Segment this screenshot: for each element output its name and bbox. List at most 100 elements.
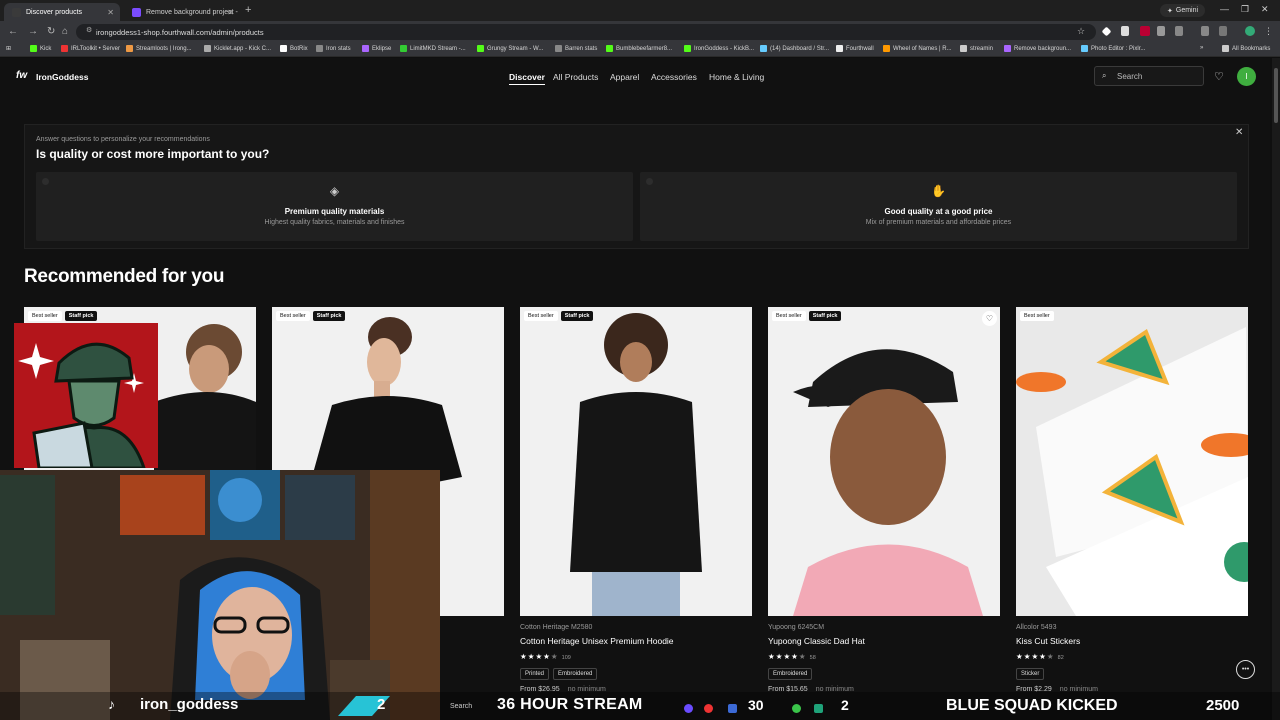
bookmark-iron-stats[interactable]: Iron stats: [316, 45, 351, 52]
kick-favicon-icon: [477, 45, 484, 52]
taskbar-app-icon[interactable]: [814, 704, 823, 713]
apps-grid-icon[interactable]: ⊞: [6, 45, 11, 52]
product-card[interactable]: Best seller: [1016, 307, 1248, 616]
webcam-feed-image: [0, 470, 440, 720]
sidepanel-icon[interactable]: [1201, 26, 1209, 36]
webcam-overlay: [0, 470, 440, 720]
tab-remove-background[interactable]: Remove background project - ✕: [124, 3, 240, 21]
favorite-heart-icon[interactable]: ♡: [982, 311, 997, 326]
bookmark-wheel-of-names[interactable]: Wheel of Names | R...: [883, 45, 952, 52]
bookmark-pixlr[interactable]: Photo Editor : Pixlr...: [1081, 45, 1145, 52]
product-tags: Embroidered: [768, 668, 813, 680]
bookmark-kick[interactable]: Kick: [30, 45, 51, 52]
kick-favicon-icon: [684, 45, 691, 52]
nav-accessories[interactable]: Accessories: [651, 72, 697, 82]
kick-favicon-icon: [30, 45, 37, 52]
url-field[interactable]: irongoddess1-shop.fourthwall.com/admin/p…: [76, 24, 1096, 40]
extension-mute-icon[interactable]: [1157, 26, 1165, 36]
bookmark-limitmkd[interactable]: LimitMKD Stream -...: [400, 45, 466, 52]
chrome-icon[interactable]: [704, 704, 713, 713]
section-title: Recommended for you: [24, 266, 225, 287]
taskbar-app-icon[interactable]: [792, 704, 801, 713]
bookmark-barren-stats[interactable]: Barren stats: [555, 45, 597, 52]
product-card[interactable]: Best seller Staff pick ♡: [768, 307, 1000, 616]
badge-best-seller: Best seller: [1020, 311, 1054, 321]
tag-printed: Printed: [520, 668, 550, 680]
bookmark-irongoddess-kickbot[interactable]: IronGoddess - KickB...: [684, 45, 754, 52]
bookmark-botrix[interactable]: BotRix: [280, 45, 308, 52]
review-count: 82: [1057, 655, 1064, 661]
page-scrollbar[interactable]: [1272, 58, 1280, 720]
extension-doc-icon[interactable]: [1121, 26, 1129, 36]
folder-icon: [960, 45, 967, 52]
counter-a: 30: [748, 697, 764, 713]
extension-red-icon[interactable]: [1140, 26, 1150, 36]
nav-home-living[interactable]: Home & Living: [709, 72, 764, 82]
product-card[interactable]: Best seller Staff pick: [520, 307, 752, 616]
reload-icon[interactable]: ↻: [47, 26, 55, 37]
avatar[interactable]: I: [1237, 67, 1256, 86]
back-icon[interactable]: ←: [8, 26, 18, 37]
scrollbar-thumb[interactable]: [1274, 68, 1278, 123]
restore-icon[interactable]: ❐: [1241, 4, 1249, 15]
profile-icon[interactable]: [1245, 26, 1255, 36]
quiz-option-value[interactable]: ✋ Good quality at a good price Mix of pr…: [640, 172, 1237, 241]
bookmark-bumblebee[interactable]: Bumblebeefarmer8...: [606, 45, 672, 52]
menu-kebab-icon[interactable]: ⋮: [1264, 26, 1274, 36]
bookmark-eklipse[interactable]: Eklipse: [362, 45, 391, 52]
sub-counter: 2: [377, 696, 386, 713]
stream-banner: 36 HOUR STREAM: [497, 696, 643, 713]
shop-brand-name[interactable]: IronGoddess: [36, 72, 88, 82]
bookmark-folder-streamin[interactable]: streamin: [960, 45, 993, 52]
taskbar-app-icon[interactable]: [728, 704, 737, 713]
home-icon[interactable]: ⌂: [62, 26, 68, 37]
product-name[interactable]: Cotton Heritage Unisex Premium Hoodie: [520, 636, 674, 646]
quiz-option-premium[interactable]: ◈ Premium quality materials Highest qual…: [36, 172, 633, 241]
option-description: Highest quality fabrics, materials and f…: [264, 219, 405, 226]
folder-icon: [1222, 45, 1229, 52]
minimize-icon[interactable]: —: [1220, 4, 1229, 14]
tab-title: Remove background project -: [146, 8, 238, 16]
bookmark-remove-background[interactable]: Remove backgroun...: [1004, 45, 1071, 52]
bookmarks-overflow-icon[interactable]: »: [1200, 45, 1203, 51]
bookmark-grungy[interactable]: Grungy Stream - W...: [477, 45, 543, 52]
extensions-puzzle-icon[interactable]: [1175, 26, 1183, 36]
new-tab-icon[interactable]: +: [245, 4, 251, 16]
hand-coin-icon: ✋: [931, 184, 946, 198]
bookmark-dashboard[interactable]: (14) Dashboard / Str...: [760, 45, 829, 52]
bookmark-kicklet[interactable]: Kicklet.app - Kick C...: [204, 45, 271, 52]
star-bookmark-icon[interactable]: ☆: [1077, 26, 1087, 36]
nav-discover[interactable]: Discover: [509, 72, 545, 85]
wishlist-heart-icon[interactable]: ♡: [1214, 70, 1224, 83]
taskbar-app-icon[interactable]: [684, 704, 693, 713]
option-title: Premium quality materials: [284, 207, 385, 216]
tag-embroidered: Embroidered: [553, 668, 598, 680]
bookmark-fourthwall[interactable]: Fourthwall: [836, 45, 874, 52]
nav-all-products[interactable]: All Products: [553, 72, 598, 82]
close-window-icon[interactable]: ✕: [1261, 4, 1269, 15]
pixlr-favicon-icon: [1081, 45, 1088, 52]
badge-staff-pick: Staff pick: [64, 311, 98, 321]
tab-discover-products[interactable]: Discover products ✕: [4, 3, 120, 21]
grid-favicon-icon: [316, 45, 323, 52]
nav-apparel[interactable]: Apparel: [610, 72, 639, 82]
forward-icon[interactable]: →: [28, 26, 38, 37]
address-bar-row: ← → ↻ ⌂ irongoddess1-shop.fourthwall.com…: [0, 21, 1280, 43]
product-name[interactable]: Yupoong Classic Dad Hat: [768, 636, 865, 646]
bookmark-streamloots[interactable]: Streamloots | Irong...: [126, 45, 192, 52]
site-info-icon[interactable]: ⚙: [86, 26, 92, 34]
fourthwall-logo[interactable]: fw: [16, 70, 27, 81]
product-name[interactable]: Kiss Cut Stickers: [1016, 636, 1080, 646]
quiz-hint: Answer questions to personalize your rec…: [36, 136, 210, 143]
search-input[interactable]: ⌕ Search: [1094, 66, 1204, 86]
tiktok-icon: ♪: [108, 696, 115, 712]
bookmark-irltoolkit[interactable]: IRLToolkit • Server: [61, 45, 120, 52]
all-bookmarks-folder[interactable]: All Bookmarks: [1222, 45, 1270, 52]
close-icon[interactable]: ✕: [1235, 127, 1243, 138]
chat-support-icon[interactable]: •••: [1236, 660, 1255, 679]
gemini-button[interactable]: ✦ Gemini: [1160, 4, 1206, 17]
taskbar-search[interactable]: Search: [450, 703, 472, 710]
close-tab-icon[interactable]: ✕: [227, 8, 234, 17]
download-icon[interactable]: [1219, 26, 1227, 36]
close-tab-icon[interactable]: ✕: [107, 8, 114, 17]
